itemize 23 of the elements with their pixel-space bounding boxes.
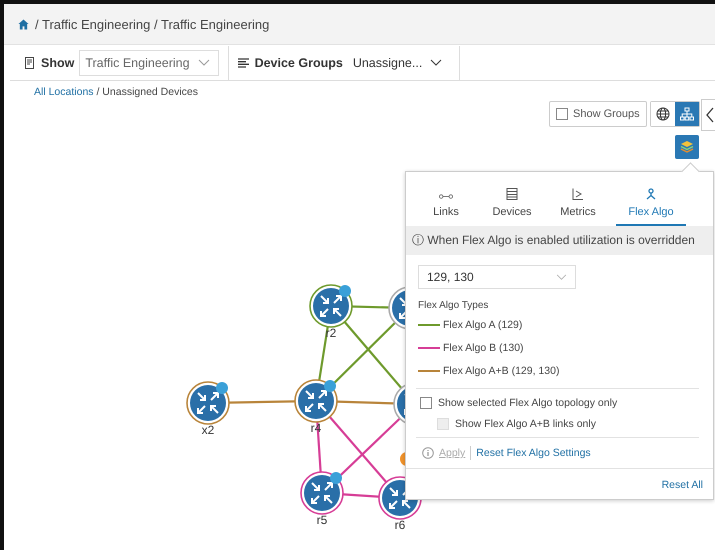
show-groups-checkbox[interactable]: Show Groups — [549, 101, 647, 127]
location-link[interactable]: All Locations — [34, 86, 94, 98]
groups-label: Device Groups — [254, 56, 343, 70]
device-groups-dropdown[interactable]: Unassigne... — [348, 50, 450, 74]
reset-settings-link[interactable]: Reset Flex Algo Settings — [476, 447, 591, 459]
node-label: r5 — [316, 513, 328, 527]
node-label: x2 — [200, 423, 216, 437]
panel-tab[interactable]: Links — [414, 182, 478, 226]
legend-label: Flex Algo A (129) — [443, 319, 522, 331]
legend-title: Flex Algo Types — [418, 300, 490, 311]
panel-tab[interactable]: Metrics — [546, 182, 610, 226]
option-checkbox[interactable]: Show selected Flex Algo topology only — [420, 396, 713, 410]
flex-algo-select[interactable]: 129, 130 — [418, 265, 576, 289]
show-label: Show — [41, 56, 74, 70]
view-dropdown[interactable]: Traffic Engineering — [79, 50, 219, 76]
info-notice: ⓘ When Flex Algo is enabled utilization is overridden — [406, 226, 713, 255]
panel-tab[interactable]: Devices — [480, 182, 544, 226]
legend-label: Flex Algo A+B (129, 130) — [443, 365, 560, 377]
location-text: / Unassigned Devices — [96, 86, 198, 98]
breadcrumb: / Traffic Engineering / Traffic Engineering — [35, 16, 270, 32]
reset-all-link[interactable]: Reset All — [662, 479, 703, 491]
legend-label: Flex Algo B (130) — [443, 342, 524, 354]
node-label: r6 — [394, 518, 406, 532]
